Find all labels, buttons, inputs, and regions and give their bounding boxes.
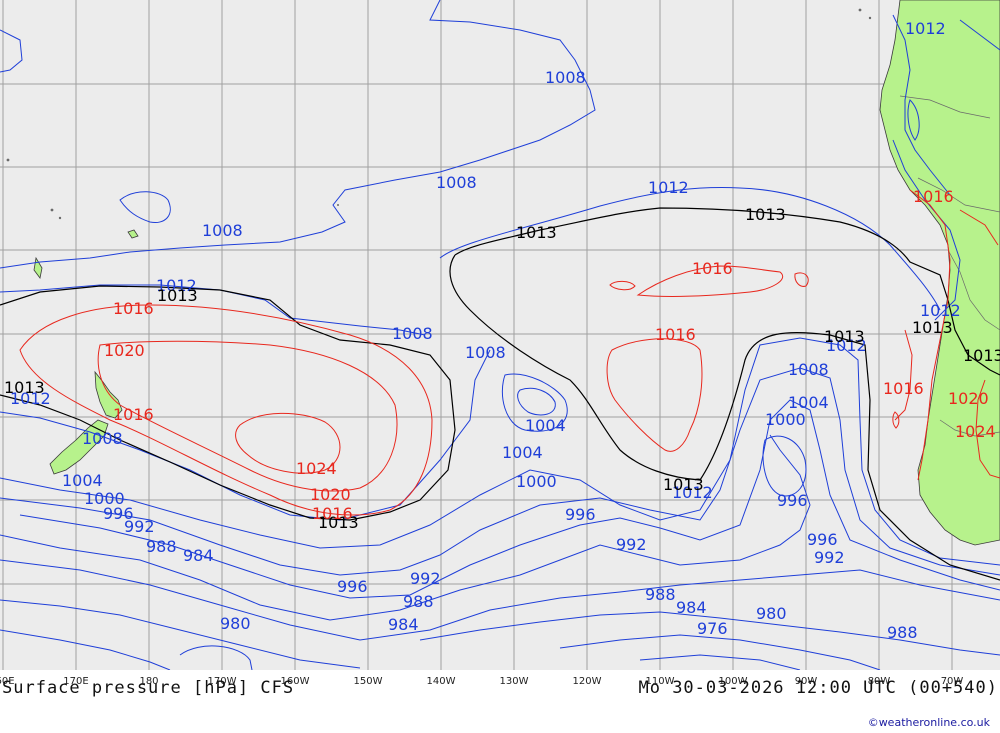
isobar-label: 1020: [948, 389, 989, 408]
isobar-label: 988: [645, 585, 676, 604]
isobar-label: 1008: [465, 343, 506, 362]
isobar-label: 988: [887, 623, 918, 642]
isobar-label: 1013: [516, 223, 557, 242]
isobar-label: 1016: [883, 379, 924, 398]
isobar-label: 1016: [312, 504, 353, 523]
isobar-label: 1008: [436, 173, 477, 192]
isobar-label: 984: [388, 615, 419, 634]
isobar-label: 1016: [692, 259, 733, 278]
isobar-label: 1008: [202, 221, 243, 240]
isobar-label: 1020: [104, 341, 145, 360]
lon-label: 120W: [572, 676, 602, 687]
isobar-label: 992: [124, 517, 155, 536]
isobar-label: 1016: [655, 325, 696, 344]
isobar-label: 1004: [525, 416, 566, 435]
lon-label: 130W: [499, 676, 529, 687]
isobar-label: 1024: [955, 422, 996, 441]
map-title: Surface pressure [hPa] CFS: [2, 678, 295, 698]
isobar-label: 1008: [545, 68, 586, 87]
isobar-label: 1013: [745, 205, 786, 224]
map-panel: 1008 1008 1008 1008 1008 1008 1008 1012 …: [0, 0, 1000, 670]
isobar-label: 1013: [663, 475, 704, 494]
isobar-label: 1016: [113, 405, 154, 424]
isobar-label: 984: [183, 546, 214, 565]
isobar-label: 988: [403, 592, 434, 611]
isobar-label: 1016: [113, 299, 154, 318]
lon-label: 140W: [426, 676, 456, 687]
isobar-label: 1013: [824, 327, 865, 346]
isobar-labels: 1008 1008 1008 1008 1008 1008 1008 1012 …: [4, 19, 1000, 642]
isobar-label: 1013: [4, 378, 45, 397]
isobar-label: 1016: [913, 187, 954, 206]
isobar-label: 988: [146, 537, 177, 556]
isobar-label: 984: [676, 598, 707, 617]
isobar-label: 992: [616, 535, 647, 554]
land: [33, 0, 1000, 546]
valid-time: Mo 30-03-2026 12:00 UTC (00+540): [638, 678, 998, 698]
fiji-islands: [127, 229, 139, 239]
isobar-label: 996: [565, 505, 596, 524]
isobar-label: 1013: [963, 346, 1000, 365]
isobar-label: 1012: [648, 178, 689, 197]
isobar-label: 996: [337, 577, 368, 596]
isobar-label: 976: [697, 619, 728, 638]
isobar-label: 980: [756, 604, 787, 623]
isobar-label: 992: [814, 548, 845, 567]
isobar-label: 1008: [788, 360, 829, 379]
isobar-label: 1000: [516, 472, 557, 491]
isobar-label: 1013: [912, 318, 953, 337]
isobar-label: 1024: [296, 459, 337, 478]
isobar-label: 1012: [905, 19, 946, 38]
lon-label: 150W: [353, 676, 383, 687]
credit-link[interactable]: ©weatheronline.co.uk: [868, 716, 990, 729]
isobar-label: 1004: [62, 471, 103, 490]
vanuatu-islands: [33, 256, 43, 279]
isobar-label: 996: [777, 491, 808, 510]
isobar-label: 1008: [82, 429, 123, 448]
isobar-label: 992: [410, 569, 441, 588]
isobar-label: 980: [220, 614, 251, 633]
isobar-label: 1004: [502, 443, 543, 462]
isobar-label: 1000: [765, 410, 806, 429]
isobar-label: 1008: [392, 324, 433, 343]
pressure-map: 1008 1008 1008 1008 1008 1008 1008 1012 …: [0, 0, 1000, 670]
isobar-label: 1013: [157, 286, 198, 305]
isobar-label: 1020: [310, 485, 351, 504]
isobar-label: 996: [807, 530, 838, 549]
